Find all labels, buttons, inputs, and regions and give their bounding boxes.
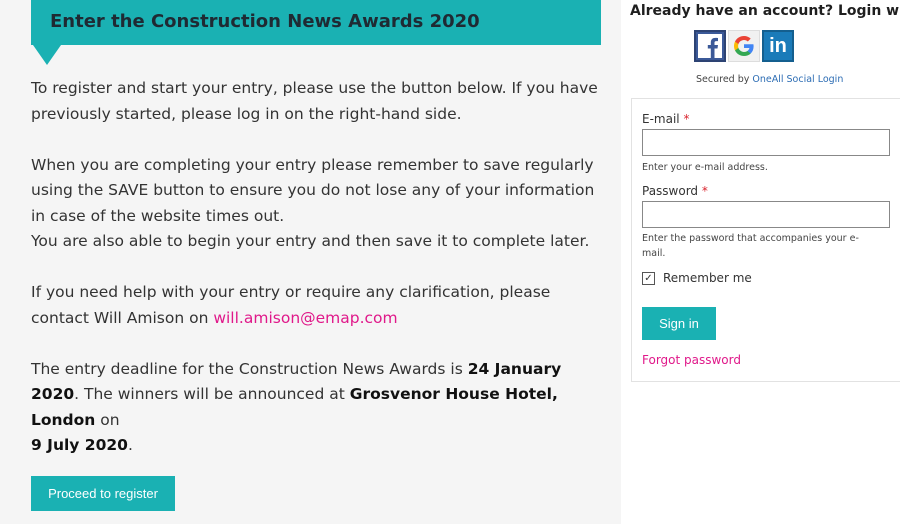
google-icon-glyph xyxy=(734,36,754,56)
contact-email-link[interactable]: will.amison@emap.com xyxy=(213,309,397,327)
email-hint: Enter your e-mail address. xyxy=(642,162,768,173)
proceed-to-register-button[interactable]: Proceed to register xyxy=(31,476,175,511)
banner-pointer xyxy=(33,45,61,65)
oneall-link[interactable]: OneAll Social Login xyxy=(752,74,843,85)
deadline-text-3: on xyxy=(95,410,120,429)
page-title: Enter the Construction News Awards 2020 xyxy=(50,11,480,32)
email-label-text: E-mail xyxy=(642,112,680,126)
social-login-heading: Already have an account? Login with xyxy=(630,3,900,19)
help-paragraph: If you need help with your entry or requ… xyxy=(31,280,606,331)
secured-by-note: Secured by OneAll Social Login xyxy=(696,74,843,85)
social-login-icons: in xyxy=(694,30,794,62)
password-field[interactable] xyxy=(642,201,890,228)
linkedin-icon[interactable]: in xyxy=(762,30,794,62)
forgot-password-link[interactable]: Forgot password xyxy=(642,353,741,367)
facebook-icon-glyph xyxy=(698,34,722,58)
facebook-icon[interactable] xyxy=(694,30,726,62)
secured-text: Secured by xyxy=(696,74,753,85)
login-sidebar: Already have an account? Login with in S… xyxy=(621,0,900,524)
sign-in-button[interactable]: Sign in xyxy=(642,307,716,340)
required-marker: * xyxy=(701,184,708,198)
deadline-text-4: . xyxy=(127,436,133,454)
intro-paragraph: To register and start your entry, please… xyxy=(31,79,598,123)
email-field[interactable] xyxy=(642,129,890,156)
banner-bar: Enter the Construction News Awards 2020 xyxy=(31,0,601,45)
password-hint: Enter the password that accompanies your… xyxy=(642,233,859,259)
deadline-paragraph: The entry deadline for the Construction … xyxy=(31,357,606,459)
remember-me-label: Remember me xyxy=(663,271,752,285)
login-form: E-mail * Enter your e-mail address. Pass… xyxy=(631,98,900,382)
deadline-text-1: The entry deadline for the Construction … xyxy=(31,359,468,378)
save-reminder-paragraph: When you are completing your entry pleas… xyxy=(31,153,606,255)
email-label: E-mail * xyxy=(642,112,689,126)
save-later-text: You are also able to begin your entry an… xyxy=(31,232,590,250)
main-content: To register and start your entry, please… xyxy=(31,76,606,484)
required-marker: * xyxy=(683,112,690,126)
save-reminder-text: When you are completing your entry pleas… xyxy=(31,155,595,225)
password-label: Password * xyxy=(642,184,708,198)
remember-me-row[interactable]: ✓ Remember me xyxy=(642,271,752,285)
deadline-text-2: . The winners will be announced at xyxy=(74,385,350,403)
password-label-text: Password xyxy=(642,184,699,198)
google-icon[interactable] xyxy=(728,30,760,62)
event-date: 9 July 2020 xyxy=(31,436,128,454)
remember-me-checkbox[interactable]: ✓ xyxy=(642,271,655,285)
